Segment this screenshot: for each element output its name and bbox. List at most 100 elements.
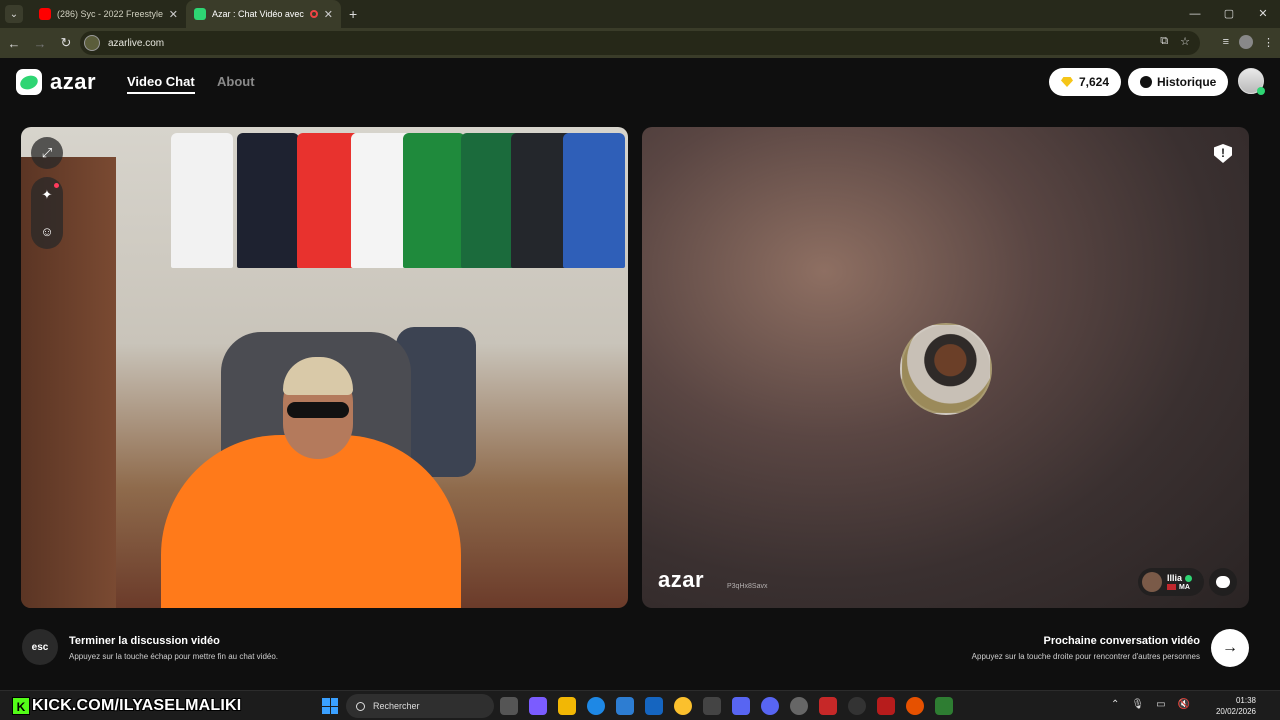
maximize-button[interactable]: ▢ [1212, 0, 1246, 28]
new-tab-button[interactable]: + [349, 6, 357, 22]
next-chat-button[interactable]: → [1211, 629, 1249, 667]
url-text: azarlive.com [108, 37, 165, 49]
end-chat-title: Terminer la discussion vidéo [69, 635, 220, 647]
azar-logo-icon [16, 69, 42, 95]
gamepad-icon[interactable] [732, 697, 750, 715]
tab-title: Azar : Chat Vidéo avec de n [212, 9, 306, 19]
windows-start-icon[interactable] [322, 698, 338, 714]
face-mask-icon[interactable]: ☺ [31, 215, 63, 247]
snipping-tool-icon[interactable] [703, 697, 721, 715]
azar-app: azar Video Chat About 7,624 Historique ⤢… [0, 58, 1280, 690]
system-clock[interactable]: 01:38 20/02/2026 [1216, 695, 1256, 717]
chrome-icon[interactable] [674, 697, 692, 715]
chat-button[interactable] [1209, 568, 1237, 596]
tab-azar[interactable]: Azar : Chat Vidéo avec de n ✕ [186, 0, 341, 28]
kick-overlay-text: KICK.COM/ILYASELMALIKI [32, 697, 242, 714]
gems-count: 7,624 [1079, 75, 1110, 89]
magic-wand-icon[interactable]: ✦ [31, 179, 63, 211]
taskbar-search[interactable]: Rechercher [346, 694, 494, 718]
logo-text: azar [50, 69, 97, 94]
copilot-icon[interactable] [529, 697, 547, 715]
peer-mini-avatar [1142, 572, 1162, 592]
tab-search-icon[interactable]: ⌄ [5, 5, 23, 23]
kick-overlay: K KICK.COM/ILYASELMALIKI [12, 695, 241, 717]
history-button[interactable]: Historique [1128, 68, 1229, 96]
clock-icon [1140, 76, 1152, 88]
morocco-flag-icon [1167, 584, 1176, 590]
system-tray: ⌃ 🎙 ▭ 🔇 [1111, 699, 1190, 710]
peer-country: MA [1179, 583, 1190, 591]
user-avatar[interactable] [1238, 68, 1265, 95]
outlook-icon[interactable] [645, 697, 663, 715]
search-icon [356, 701, 365, 711]
taskbar: K KICK.COM/ILYASELMALIKI Rechercher ⌃ 🎙 … [0, 690, 1280, 720]
voicemod-icon[interactable] [877, 697, 895, 715]
peer-profile-chip[interactable]: Illia MA [1138, 568, 1204, 596]
display-icon[interactable]: ▭ [1156, 699, 1165, 710]
edge-icon[interactable] [587, 697, 605, 715]
youtube-icon [39, 8, 51, 20]
back-icon[interactable]: ← [2, 36, 26, 51]
report-shield-icon[interactable]: ! [1214, 144, 1232, 163]
site-info-icon[interactable] [84, 35, 100, 51]
address-bar: ← → ↻ azarlive.com ⧉ ☆ ≡ ⋮ [0, 28, 1280, 58]
play-icon[interactable] [935, 697, 953, 715]
file-explorer-icon[interactable] [558, 697, 576, 715]
search-placeholder: Rechercher [373, 701, 420, 711]
arrow-right-icon: → [1222, 639, 1238, 656]
jerseys-image [171, 127, 626, 287]
minimize-button[interactable]: — [1178, 0, 1212, 28]
pinned-apps [500, 697, 953, 715]
effects-toolbar: ✦ ☺ [31, 177, 63, 249]
peer-video: ! azar P3qHx8Savx Illia MA [642, 127, 1249, 608]
url-field[interactable]: azarlive.com ⧉ ☆ [80, 31, 1200, 55]
azar-logo[interactable]: azar [16, 69, 96, 95]
adobe-icon[interactable] [819, 697, 837, 715]
esc-key-button[interactable]: esc [22, 629, 58, 665]
recording-icon [309, 10, 318, 18]
nav-video-chat[interactable]: Video Chat [127, 74, 195, 94]
chat-bubble-icon [1216, 576, 1230, 588]
browser-menu-icon[interactable]: ⋮ [1263, 36, 1274, 49]
forward-icon[interactable]: → [28, 36, 52, 51]
kick-logo-icon: K [12, 697, 30, 715]
app-icon[interactable] [848, 697, 866, 715]
window-controls: — ▢ ✕ [1178, 0, 1280, 28]
gems-button[interactable]: 7,624 [1049, 68, 1122, 96]
store-icon[interactable] [616, 697, 634, 715]
gem-icon [1061, 77, 1073, 87]
video-tools: ⤢ ✦ ☺ [31, 137, 63, 249]
reload-icon[interactable]: ↻ [54, 35, 78, 51]
nav-about[interactable]: About [217, 74, 255, 89]
next-chat-subtitle: Appuyez sur la touche droite pour rencon… [971, 652, 1200, 661]
person-image [161, 435, 461, 608]
next-chat-title: Prochaine conversation vidéo [1043, 635, 1201, 647]
task-view-icon[interactable] [500, 697, 518, 715]
close-tab-icon[interactable]: ✕ [324, 8, 333, 21]
discord-icon[interactable] [761, 697, 779, 715]
install-app-icon[interactable]: ⧉ [1160, 35, 1168, 48]
obs-icon[interactable] [790, 697, 808, 715]
peer-name: Illia [1167, 572, 1183, 583]
sunglasses-image [287, 402, 349, 418]
history-label: Historique [1157, 75, 1217, 89]
verified-icon [1185, 574, 1193, 582]
clock-date: 20/02/2026 [1215, 707, 1256, 716]
watermark-logo: azar [658, 567, 705, 592]
profile-avatar[interactable] [1239, 35, 1253, 49]
chevron-up-icon[interactable]: ⌃ [1111, 699, 1119, 710]
browser-tab-strip: ⌄ (286) Syc - 2022 Freestyle ( Prod ✕ Az… [0, 0, 1280, 28]
self-video: ⤢ ✦ ☺ [21, 127, 628, 608]
microphone-icon[interactable]: 🎙 [1131, 699, 1144, 710]
media-control-icon[interactable]: ≡ [1223, 36, 1229, 48]
tab-youtube[interactable]: (286) Syc - 2022 Freestyle ( Prod ✕ [31, 0, 186, 28]
tab-title: (286) Syc - 2022 Freestyle ( Prod [57, 9, 163, 19]
ea-icon[interactable] [906, 697, 924, 715]
volume-mute-icon[interactable]: 🔇 [1178, 699, 1190, 710]
close-tab-icon[interactable]: ✕ [169, 8, 178, 21]
azar-favicon-icon [194, 8, 206, 20]
bookmark-star-icon[interactable]: ☆ [1180, 35, 1190, 48]
peer-avatar [900, 323, 992, 415]
close-window-button[interactable]: ✕ [1246, 0, 1280, 28]
expand-icon[interactable]: ⤢ [31, 137, 63, 169]
